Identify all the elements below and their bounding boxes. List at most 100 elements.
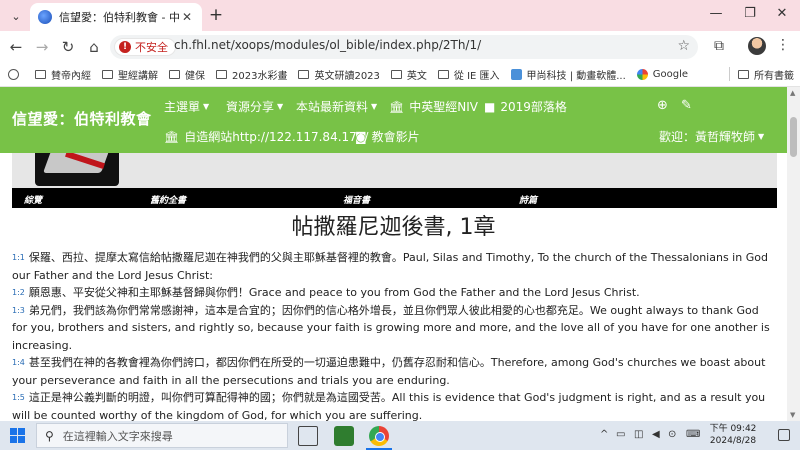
verse-text: 保羅、西拉、提摩太寫信給帖撒羅尼迦在神我們的父與主耶穌基督裡的教會。Paul, … [12, 251, 768, 282]
clock-time: 下午 09:42 [709, 424, 757, 434]
url-text[interactable]: ch.fhl.net/xoops/modules/ol_bible/index.… [174, 38, 481, 52]
nav-main-menu[interactable]: 主選單 ▼ [164, 98, 209, 115]
nav-ot-link[interactable]: 舊約全書 [150, 193, 186, 206]
bookmark-item[interactable]: 從 IE 匯入 [437, 67, 500, 82]
nav-niv[interactable]: 🏛 中英聖經NIV [389, 98, 478, 115]
forward-arrow-icon[interactable]: → [32, 37, 52, 57]
network-icon[interactable]: ◫ [634, 429, 643, 440]
nav-label: 歡迎：黃哲輝牧師 [659, 130, 756, 144]
battery-icon[interactable]: ▭ [616, 429, 625, 440]
bookmark-item[interactable]: Google [636, 68, 688, 80]
verse-number-link[interactable]: 1:4 [12, 358, 25, 367]
bookmark-item[interactable]: 英文 [390, 67, 427, 82]
back-arrow-icon[interactable]: ← [6, 37, 26, 57]
nav-selfsite[interactable]: 🏛 自造網站http://122.117.84.174/ [164, 128, 368, 145]
browser-menu-kebab-icon[interactable]: ⋮ [776, 37, 790, 55]
all-bookmarks-button[interactable]: 所有書籤 [738, 67, 794, 82]
verse-item: 1:3 弟兄們，我們該為你們常常感謝神，這本是合宜的；因你們的信心格外增長，並且你… [12, 302, 772, 355]
bookmark-label: 聖經講解 [118, 70, 158, 82]
profile-avatar[interactable] [748, 37, 766, 55]
nav-resources[interactable]: 資源分享 ▼ [226, 98, 283, 115]
bookmark-item[interactable]: 健保 [169, 67, 205, 82]
folder-icon [437, 69, 449, 79]
tab-strip: ⌄ 信望愛：伯特利教會 - 中英NIV ✕ + — ❐ ✕ [0, 0, 800, 31]
keyboard-icon[interactable]: ⌨ [686, 429, 700, 440]
verse-item: 1:4 甚至我們在神的各教會裡為你們誇口，都因你們在所受的一切逼迫患難中，仍舊存忍… [12, 354, 772, 389]
chrome-icon[interactable] [369, 426, 389, 446]
add-plus-icon[interactable]: ⊕ [657, 98, 668, 113]
bookmark-item[interactable]: 2023水彩畫 [216, 67, 287, 82]
verse-number-link[interactable]: 1:2 [12, 288, 25, 297]
bookmark-label: 甲尚科技 | 動畫軟體... [526, 70, 626, 82]
extensions-puzzle-icon[interactable]: ⧉ [710, 38, 728, 56]
bookmarks-divider [729, 67, 730, 81]
browser-tab-active[interactable]: 信望愛：伯特利教會 - 中英NIV ✕ [30, 3, 202, 31]
verse-item: 1:5 這正是神公義判斷的明證，叫你們可算配得神的國；你們就是為這國受苦。All … [12, 389, 772, 421]
nav-gospels-link[interactable]: 福音書 [343, 193, 370, 206]
volume-icon[interactable]: ◀ [652, 429, 660, 440]
home-icon[interactable]: ⌂ [84, 37, 104, 57]
tab-search-chevron-icon[interactable]: ⌄ [7, 7, 25, 25]
scroll-thumb[interactable] [790, 117, 797, 157]
nav-latest[interactable]: 本站最新資料 ▼ [296, 98, 377, 115]
minimize-button[interactable]: — [706, 6, 726, 24]
windows-taskbar: ⚲ 在這裡輸入文字來搜尋 ^ ▭ ◫ ◀ ⊙ ⌨ 下午 09:42 2024/8… [0, 421, 800, 450]
close-window-button[interactable]: ✕ [772, 6, 792, 24]
apps-icon [8, 68, 19, 80]
folder-icon [35, 69, 46, 79]
nav-video[interactable]: ◙ 教會影片 [355, 128, 420, 145]
page-scrollbar[interactable]: ▲ ▼ [787, 87, 800, 421]
tab-close-icon[interactable]: ✕ [180, 10, 194, 24]
windows-start-icon[interactable] [10, 428, 25, 443]
page-content: 綜覽 舊約全書 福音書 詩篇 帖撒羅尼迦後書, 1章 1:1 保羅、西拉、提摩太寫… [0, 153, 787, 421]
app-icon [510, 68, 522, 80]
maximize-button[interactable]: ❐ [740, 6, 760, 24]
bookmark-star-icon[interactable]: ☆ [677, 38, 690, 54]
new-tab-plus-icon[interactable]: + [207, 6, 225, 24]
bookmark-item[interactable]: 甲尚科技 | 動畫軟體... [510, 67, 626, 82]
bookmark-item[interactable]: 英文研讀2023 [298, 67, 380, 82]
bible-book-logo [35, 153, 119, 186]
taskbar-search-box[interactable]: ⚲ 在這裡輸入文字來搜尋 [36, 423, 288, 448]
not-secure-chip[interactable]: ! 不安全 [114, 38, 176, 56]
bookmark-label: 英文研讀2023 [314, 70, 380, 82]
verse-number-link[interactable]: 1:3 [12, 306, 25, 315]
bank-icon: 🏛 [389, 99, 405, 114]
bookmark-item[interactable]: 賛帝內經 [35, 67, 91, 82]
system-clock[interactable]: 下午 09:42 2024/8/28 [703, 423, 763, 447]
folder-icon [102, 69, 113, 79]
bookmark-label: 賛帝內經 [51, 70, 91, 82]
reload-icon[interactable]: ↻ [58, 37, 78, 57]
site-name[interactable]: 信望愛：伯特利教會 [12, 108, 152, 129]
scroll-down-arrow-icon[interactable]: ▼ [790, 411, 795, 419]
verse-text: 這正是神公義判斷的明證，叫你們可算配得神的國；你們就是為這國受苦。All thi… [12, 391, 766, 421]
verse-item: 1:1 保羅、西拉、提摩太寫信給帖撒羅尼迦在神我們的父與主耶穌基督裡的教會。Pau… [12, 249, 772, 284]
folder-icon [738, 69, 749, 79]
bookmarks-bar: 賛帝內經 聖經講解 健保 2023水彩畫 英文研讀2023 英文 從 IE 匯入… [0, 62, 800, 87]
folder-icon [216, 69, 227, 79]
settings-icon[interactable]: ⊙ [668, 429, 676, 440]
task-view-icon[interactable] [298, 426, 318, 446]
user-welcome-menu[interactable]: 歡迎：黃哲輝牧師 ▼ [659, 128, 764, 145]
apps-grid-icon[interactable] [8, 68, 24, 80]
verse-number-link[interactable]: 1:5 [12, 393, 25, 402]
google-icon [636, 68, 648, 80]
caret-down-icon: ▼ [758, 132, 765, 141]
verse-number-link[interactable]: 1:1 [12, 253, 25, 262]
nav-blog[interactable]: ■ 2019部落格 [484, 98, 567, 115]
bible-app-icon[interactable] [334, 426, 354, 446]
verse-item: 1:2 願恩惠、平安從父神和主耶穌基督歸與你們！Grace and peace t… [12, 284, 772, 302]
tray-overflow-chevron-icon[interactable]: ^ [600, 429, 608, 440]
site-header: 信望愛：伯特利教會 主選單 ▼ 資源分享 ▼ 本站最新資料 ▼ 🏛 中英聖經NIV ■ 2… [0, 87, 787, 153]
wrench-icon[interactable]: ✎ [681, 98, 692, 113]
bookmark-item[interactable]: 聖經講解 [102, 67, 158, 82]
clock-date: 2024/8/28 [709, 436, 757, 446]
scroll-up-arrow-icon[interactable]: ▲ [790, 89, 795, 97]
verse-text: 願恩惠、平安從父神和主耶穌基督歸與你們！Grace and peace to y… [28, 286, 640, 299]
nav-psalms-link[interactable]: 詩篇 [519, 193, 537, 206]
nav-overview-link[interactable]: 綜覽 [24, 193, 42, 206]
browser-toolbar: ← → ↻ ⌂ ! 不安全 ch.fhl.net/xoops/modules/o… [0, 31, 800, 62]
bookmark-label: 2023水彩畫 [232, 70, 288, 82]
notification-icon[interactable] [778, 429, 790, 441]
address-bar[interactable]: ! 不安全 ch.fhl.net/xoops/modules/ol_bible/… [110, 35, 698, 59]
